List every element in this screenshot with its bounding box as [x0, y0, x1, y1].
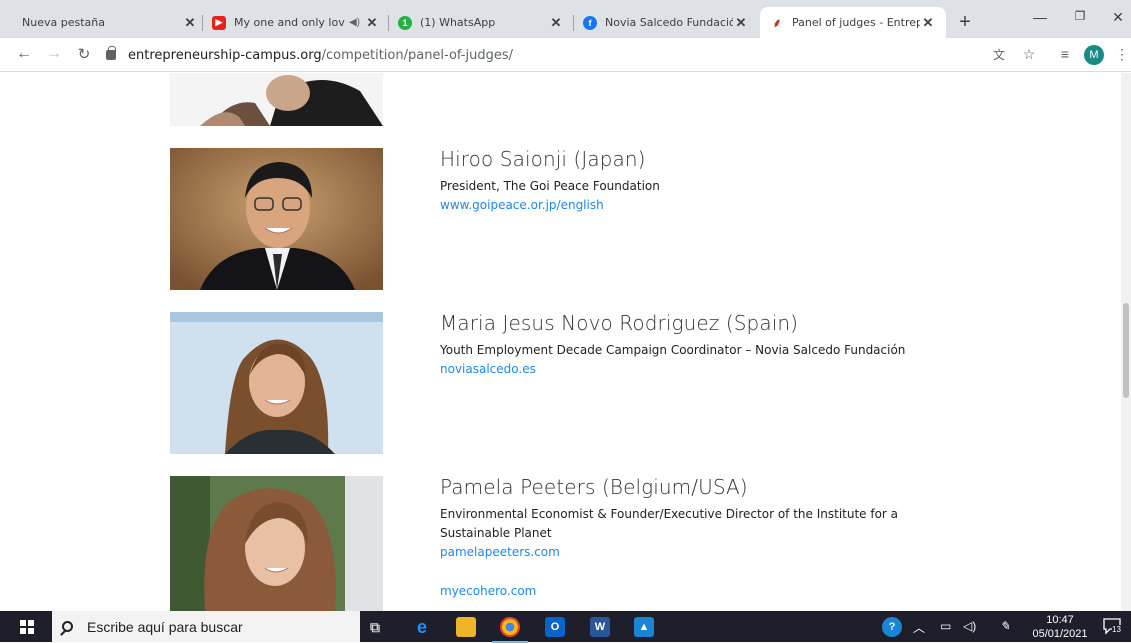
judge-link[interactable]: myecohero.com [440, 582, 1000, 601]
translate-icon[interactable]: 文 [990, 46, 1008, 63]
new-tab-button[interactable]: + [955, 12, 975, 32]
avatar[interactable]: M [1084, 45, 1104, 65]
judge-photo-previous [170, 73, 383, 126]
judge-link[interactable]: www.goipeace.or.jp/english [440, 196, 1000, 215]
judge-role: Youth Employment Decade Campaign Coordin… [440, 343, 906, 357]
tray-chevron-icon[interactable]: ︿ [913, 619, 925, 636]
close-icon[interactable]: ✕ [548, 15, 564, 31]
search-icon [62, 621, 73, 632]
judge-photo-hiroo-saionji [170, 148, 383, 290]
page-content: Hiroo Saionji (Japan) President, The Goi… [0, 73, 1131, 611]
windows-taskbar: Escribe aquí para buscar ⧉ e O W ▲ ? ︿ ▭… [0, 611, 1131, 643]
judge-entry-maria-jesus-novo: Maria Jesus Novo Rodriguez (Spain) Youth… [440, 311, 1000, 379]
url-host: entrepreneurship-campus.org [128, 47, 322, 63]
media-control-icon[interactable]: ≡ [1056, 46, 1074, 62]
clock-time: 10:47 [1046, 614, 1074, 626]
notification-count: 13 [1112, 625, 1121, 634]
clock-date: 05/01/2021 [1032, 628, 1088, 640]
search-placeholder: Escribe aquí para buscar [87, 618, 243, 635]
minimize-icon[interactable]: — [1030, 9, 1050, 25]
back-icon[interactable]: ← [14, 45, 34, 63]
tab-facebook[interactable]: f Novia Salcedo Fundación | ✕ [573, 7, 759, 38]
close-icon[interactable]: ✕ [182, 15, 198, 31]
close-icon[interactable]: ✕ [733, 15, 749, 31]
judge-entry-pamela-peeters: Pamela Peeters (Belgium/USA) Environment… [440, 475, 1000, 601]
restore-icon[interactable]: ❐ [1070, 9, 1090, 23]
bookmark-star-icon[interactable]: ☆ [1020, 46, 1038, 63]
judge-link[interactable]: pamelapeeters.com [440, 543, 1000, 562]
close-icon[interactable]: ✕ [364, 15, 380, 31]
battery-icon[interactable]: ▭ [940, 619, 951, 633]
notifications-icon[interactable]: 13 [1103, 617, 1121, 635]
outlook-icon[interactable]: O [545, 617, 565, 637]
whatsapp-icon: 1 [398, 15, 412, 30]
tab-title: Panel of judges - Entrepren [792, 16, 920, 29]
judge-name: Pamela Peeters (Belgium/USA) [440, 475, 748, 499]
pen-icon[interactable]: ✎ [1000, 619, 1010, 633]
judge-name: Hiroo Saionji (Japan) [440, 147, 646, 171]
tab-title: My one and only love - [234, 16, 345, 29]
menu-icon[interactable]: ⋮ [1113, 46, 1131, 63]
lock-icon[interactable] [106, 46, 116, 60]
judge-entry-hiroo-saionji: Hiroo Saionji (Japan) President, The Goi… [440, 147, 1000, 215]
taskbar-clock[interactable]: 10:47 05/01/2021 [1030, 613, 1090, 641]
windows-start-icon[interactable] [20, 620, 34, 634]
speaker-icon[interactable]: ◀) [349, 17, 360, 28]
tab-title: Novia Salcedo Fundación | [605, 16, 733, 29]
judge-role: Environmental Economist & Founder/Execut… [440, 507, 899, 540]
judge-link[interactable]: noviasalcedo.es [440, 360, 1000, 379]
page-scrollbar[interactable] [1121, 73, 1131, 611]
scrollbar-thumb[interactable] [1123, 303, 1129, 398]
address-bar[interactable]: entrepreneurship-campus.org /competition… [106, 42, 1126, 68]
facebook-icon: f [583, 15, 597, 30]
judge-name: Maria Jesus Novo Rodriguez (Spain) [440, 311, 799, 335]
tab-whatsapp[interactable]: 1 (1) WhatsApp ✕ [388, 7, 574, 38]
entrepreneurship-campus-icon: ⸙ [772, 16, 782, 30]
tab-title: Nueva pestaña [22, 16, 105, 29]
chrome-icon[interactable] [492, 617, 528, 643]
word-icon[interactable]: W [590, 617, 610, 637]
forward-icon[interactable]: → [44, 45, 64, 63]
browser-toolbar: ← → ↻ entrepreneurship-campus.org /compe… [0, 38, 1131, 72]
close-icon[interactable]: ✕ [920, 15, 936, 31]
window-close-icon[interactable]: ✕ [1108, 9, 1128, 26]
tab-title: (1) WhatsApp [420, 16, 496, 29]
taskbar-search-input[interactable]: Escribe aquí para buscar [52, 611, 360, 642]
photos-icon[interactable]: ▲ [634, 617, 654, 637]
tab-youtube[interactable]: ▶ My one and only love - ◀) ✕ [202, 7, 390, 38]
tab-panel-of-judges[interactable]: ⸙ Panel of judges - Entrepren ✕ [760, 7, 946, 38]
reload-icon[interactable]: ↻ [74, 45, 94, 63]
judge-photo-pamela-peeters [170, 476, 383, 611]
url-path: /competition/panel-of-judges/ [321, 47, 513, 63]
tab-new-tab[interactable]: Nueva pestaña ✕ [12, 7, 208, 38]
volume-icon[interactable]: ◁) [963, 619, 976, 633]
task-view-icon[interactable]: ⧉ [365, 617, 385, 637]
youtube-icon: ▶ [212, 15, 226, 30]
file-explorer-icon[interactable] [456, 617, 476, 637]
judge-role: President, The Goi Peace Foundation [440, 179, 660, 193]
judge-photo-maria-jesus-novo [170, 312, 383, 454]
internet-explorer-icon[interactable]: e [412, 617, 432, 637]
browser-tabstrip: Nueva pestaña ✕ ▶ My one and only love -… [0, 0, 1131, 38]
help-icon[interactable]: ? [882, 617, 902, 637]
